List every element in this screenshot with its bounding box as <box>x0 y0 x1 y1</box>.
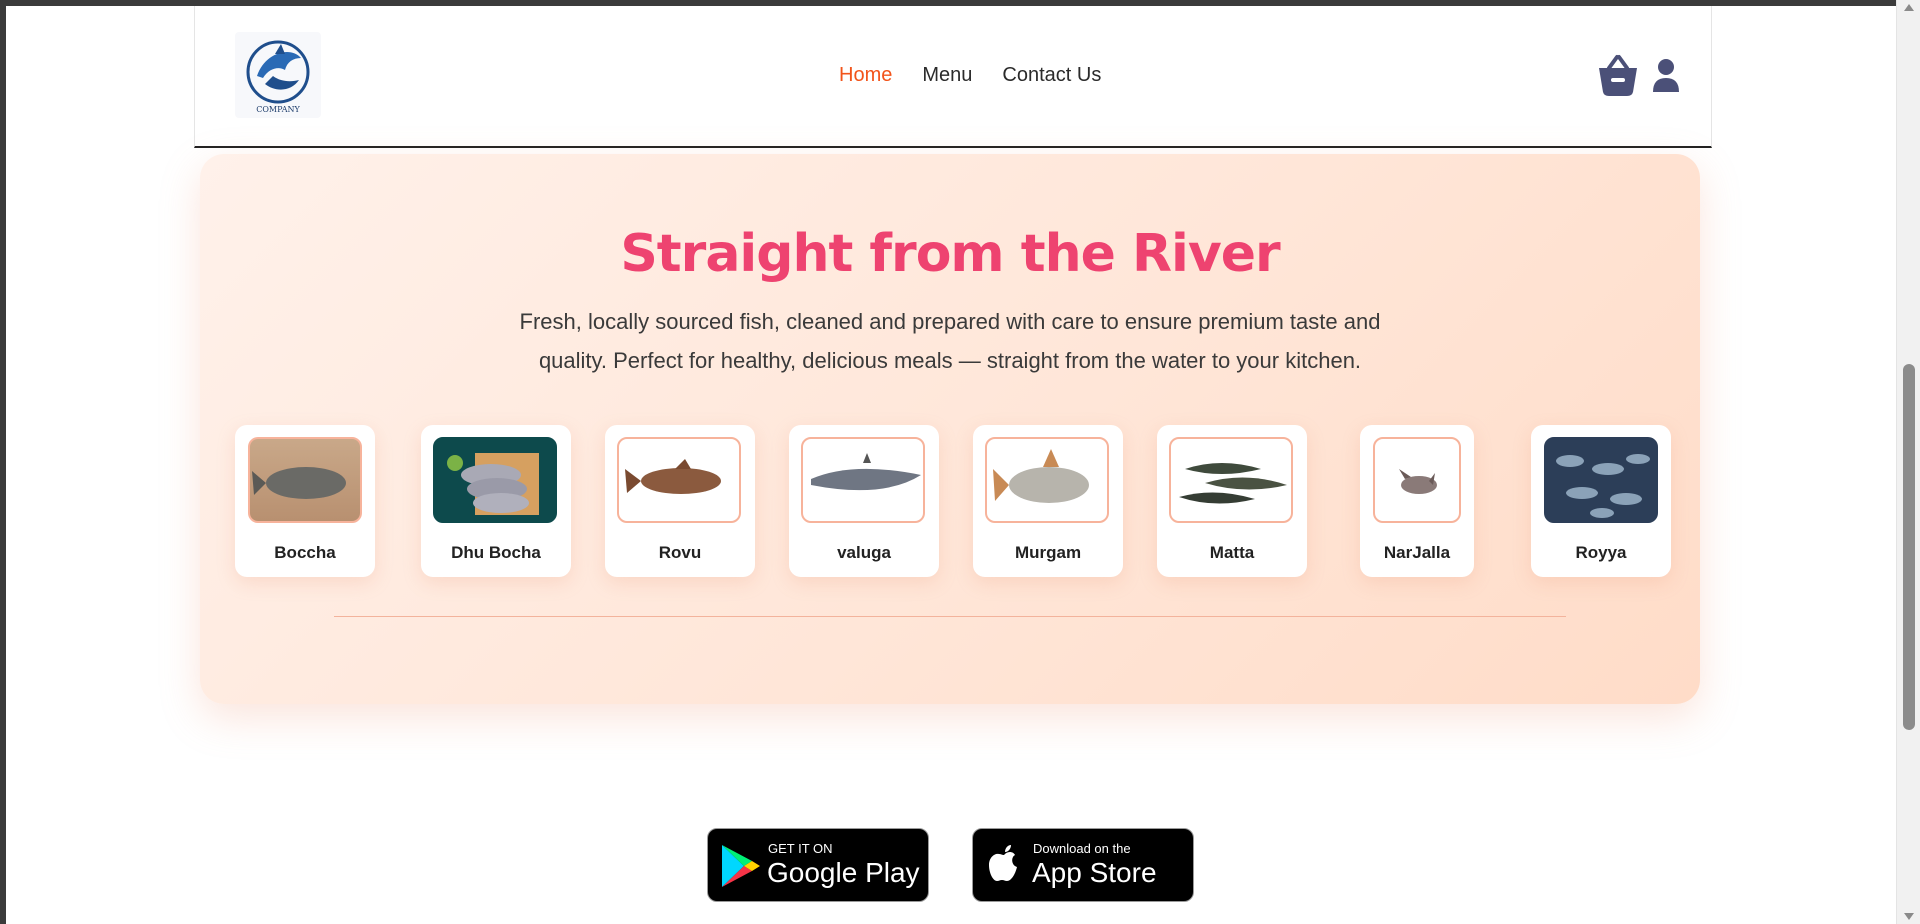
fish-card-royya[interactable]: Royya <box>1531 425 1671 577</box>
apple-badge-small: Download on the <box>1033 841 1131 856</box>
hero-divider <box>334 616 1566 617</box>
user-icon <box>1653 59 1679 92</box>
nav-menu[interactable]: Menu <box>922 64 972 87</box>
fish-card-matta[interactable]: Matta <box>1157 425 1307 577</box>
fish-image <box>617 437 741 523</box>
fish-card-boccha[interactable]: Boccha <box>235 425 375 577</box>
scroll-down-arrow-icon[interactable] <box>1904 913 1914 920</box>
fish-image <box>1373 437 1461 523</box>
fish-image <box>1169 437 1293 523</box>
fish-name: valuga <box>837 543 891 562</box>
fish-image <box>985 437 1109 523</box>
fish-image <box>1544 437 1658 523</box>
hero-section: Straight from the River Fresh, locally s… <box>200 154 1700 704</box>
apple-badge-big: App Store <box>1032 857 1157 888</box>
fish-image <box>248 437 362 523</box>
google-play-icon <box>722 845 760 887</box>
logo-text: COMPANY <box>256 105 300 114</box>
fish-name: Murgam <box>1014 543 1082 562</box>
fish-card-murgam[interactable]: Murgam <box>973 425 1123 577</box>
company-logo[interactable]: COMPANY <box>235 32 321 118</box>
fish-card-dhu-bocha[interactable]: Dhu Bocha <box>421 425 571 577</box>
fish-name: Dhu Bocha <box>451 543 541 562</box>
cart-button[interactable] <box>1597 54 1639 102</box>
account-button[interactable] <box>1651 58 1681 98</box>
fish-card-rovu[interactable]: Rovu <box>605 425 755 577</box>
google-badge-big: Google Play <box>767 857 920 888</box>
nav-home[interactable]: Home <box>839 64 892 87</box>
basket-icon <box>1599 55 1637 96</box>
site-header: COMPANY Home Menu Contact Us <box>194 6 1712 148</box>
app-store-button[interactable]: Download on the App Store <box>972 828 1194 902</box>
fish-name: Matta <box>1209 543 1255 562</box>
hero-title: Straight from the River <box>620 224 1280 284</box>
fish-card-narjalla[interactable]: NarJalla <box>1360 425 1474 577</box>
page-scrollbar[interactable] <box>1896 0 1920 924</box>
scroll-up-arrow-icon[interactable] <box>1904 4 1914 11</box>
fish-name: Boccha <box>274 543 336 562</box>
fish-name: Royya <box>1575 543 1627 562</box>
scroll-thumb[interactable] <box>1903 364 1915 730</box>
apple-icon <box>989 845 1017 881</box>
google-play-button[interactable]: GET IT ON Google Play <box>707 828 929 902</box>
google-badge-small: GET IT ON <box>768 841 833 856</box>
hero-description: Fresh, locally sourced fish, cleaned and… <box>519 309 1381 373</box>
fish-card-valuga[interactable]: valuga <box>789 425 939 577</box>
fish-name: NarJalla <box>1383 543 1451 562</box>
fish-image <box>801 437 925 523</box>
fish-logo-icon: COMPANY <box>246 40 310 114</box>
nav-contact-us[interactable]: Contact Us <box>1002 64 1101 87</box>
page-viewport: COMPANY Home Menu Contact Us Straight fr… <box>6 6 1896 924</box>
main-nav: Home Menu Contact Us <box>839 64 1101 87</box>
fish-image <box>433 437 557 523</box>
fish-name: Rovu <box>658 543 702 562</box>
